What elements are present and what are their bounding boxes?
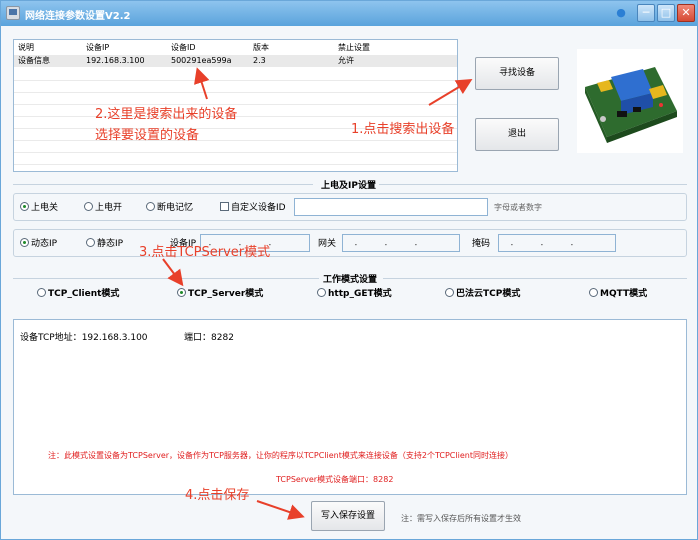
app-window: 网络连接参数设置V2.2 ● ─ □ ✕ 说明 设备IP 设备ID 版本 禁止设…: [0, 0, 698, 540]
arrow-to-search-button: [428, 78, 473, 106]
arrow-to-device-row: [194, 67, 210, 100]
arrow-to-save-button: [256, 500, 305, 520]
arrow-to-tcp-server-mode: [162, 258, 184, 287]
annotation-arrows: [162, 67, 473, 520]
